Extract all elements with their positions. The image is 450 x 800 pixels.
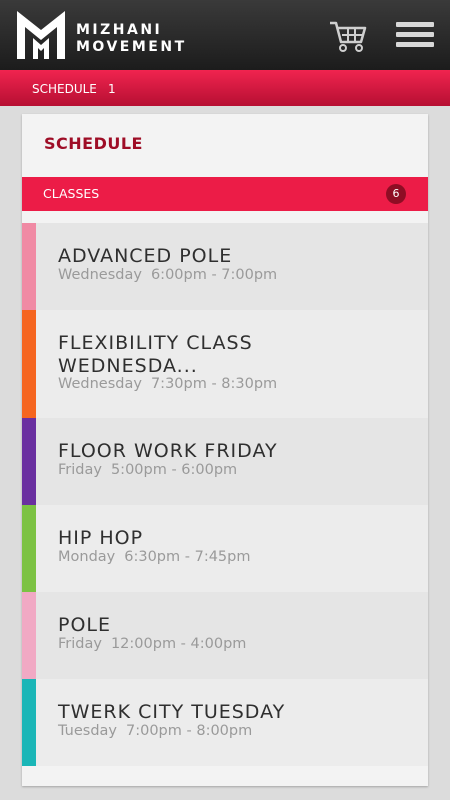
class-hours: 5:00pm - 6:00pm [110, 462, 238, 478]
class-hours: 6:30pm - 7:45pm [124, 549, 251, 565]
brand-logo-icon[interactable] [14, 8, 68, 62]
page-title: SCHEDULE [44, 134, 143, 153]
class-color-stripe [22, 592, 36, 679]
class-hours: 12:00pm - 4:00pm [110, 636, 247, 652]
schedule-card: SCHEDULE CLASSES 6 ADVANCED POLE Wednesda… [22, 114, 428, 786]
class-color-stripe [22, 418, 36, 505]
class-time: Friday 5:00pm - 6:00pm [58, 462, 237, 478]
class-color-stripe [22, 679, 36, 766]
class-day: Monday [58, 549, 116, 565]
class-day: Wednesday [58, 267, 142, 283]
class-list: ADVANCED POLE Wednesday 6:00pm - 7:00pm FLE… [22, 223, 428, 766]
menu-bar [396, 32, 434, 37]
class-name: TWERK CITY TUESDAY [58, 701, 286, 723]
brand-line-1: MIZHANI [76, 22, 163, 38]
class-list-item[interactable]: FLEXIBILITY CLASS WEDNESDA... Wednesday 7:… [22, 310, 428, 418]
section-label: CLASSES [43, 186, 100, 201]
class-time: Tuesday 7:00pm - 8:00pm [58, 723, 252, 739]
class-color-stripe [22, 223, 36, 310]
class-name: FLEXIBILITY CLASS WEDNESDA... [58, 332, 253, 377]
class-day: Tuesday [58, 723, 117, 739]
class-color-stripe [22, 505, 36, 592]
class-list-item[interactable]: HIP HOP Monday 6:30pm - 7:45pm [22, 505, 428, 592]
class-name: ADVANCED POLE [58, 245, 233, 267]
breadcrumb[interactable]: SCHEDULE 1 [0, 70, 450, 106]
class-time: Friday 12:00pm - 4:00pm [58, 636, 246, 652]
class-list-item[interactable]: FLOOR WORK FRIDAY Friday 5:00pm - 6:00pm [22, 418, 428, 505]
breadcrumb-count: 1 [108, 82, 116, 96]
hamburger-menu-icon[interactable] [396, 22, 434, 50]
class-hours: 6:00pm - 7:00pm [150, 267, 278, 283]
class-time: Wednesday 7:30pm - 8:30pm [58, 376, 277, 392]
classes-section-header[interactable]: CLASSES 6 [22, 177, 428, 211]
section-count-badge: 6 [386, 184, 406, 204]
class-list-item[interactable]: ADVANCED POLE Wednesday 6:00pm - 7:00pm [22, 223, 428, 310]
brand-name: MIZHANI MOVEMENT [76, 22, 187, 56]
class-name: POLE [58, 614, 112, 636]
class-time: Monday 6:30pm - 7:45pm [58, 549, 250, 565]
class-hours: 7:30pm - 8:30pm [150, 376, 278, 392]
class-name: HIP HOP [58, 527, 144, 549]
brand-line-2: MOVEMENT [76, 39, 187, 55]
class-day: Wednesday [58, 376, 142, 392]
class-hours: 7:00pm - 8:00pm [126, 723, 253, 739]
class-color-stripe [22, 310, 36, 418]
class-time: Wednesday 6:00pm - 7:00pm [58, 267, 277, 283]
menu-bar [396, 42, 434, 47]
breadcrumb-label: SCHEDULE [32, 82, 97, 96]
class-list-item[interactable]: POLE Friday 12:00pm - 4:00pm [22, 592, 428, 679]
class-name: FLOOR WORK FRIDAY [58, 440, 278, 462]
menu-bar [396, 22, 434, 27]
class-day: Friday [58, 462, 102, 478]
class-list-item[interactable]: TWERK CITY TUESDAY Tuesday 7:00pm - 8:00pm [22, 679, 428, 766]
app-header: MIZHANI MOVEMENT [0, 0, 450, 70]
class-day: Friday [58, 636, 102, 652]
shopping-cart-icon[interactable] [328, 18, 368, 54]
